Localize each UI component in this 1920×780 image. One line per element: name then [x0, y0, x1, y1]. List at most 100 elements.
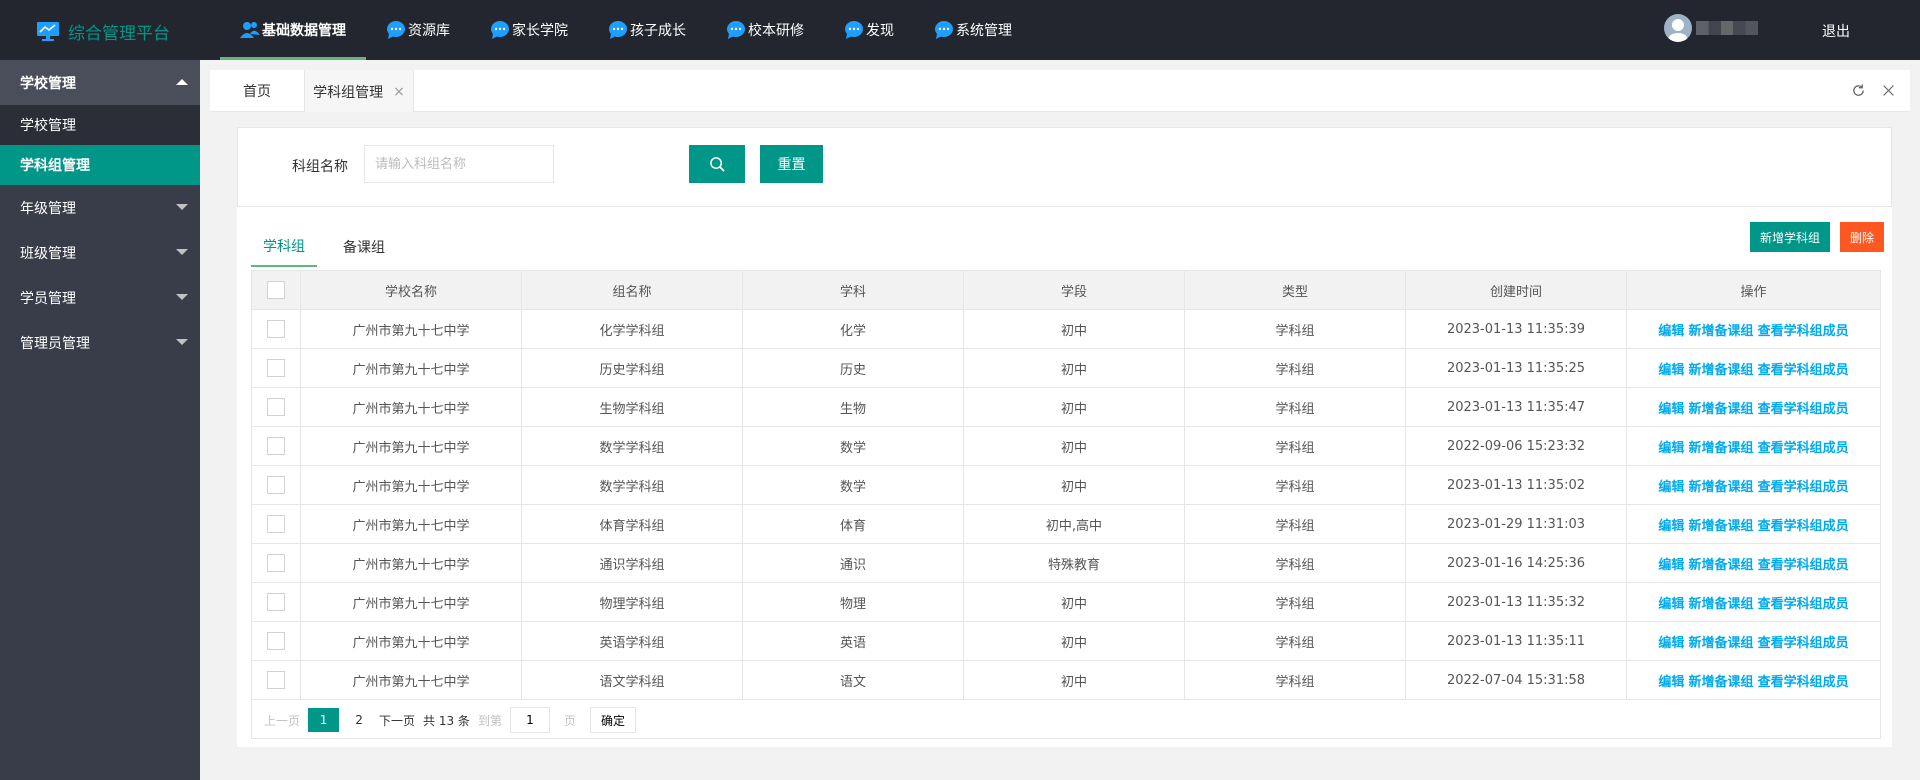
column-header: 类型: [1184, 270, 1406, 310]
chevron-down-icon: [176, 294, 188, 300]
add-lesson-group-link[interactable]: 新增备课组: [1688, 363, 1753, 378]
nav-label: 校本研修: [748, 23, 804, 39]
view-members-link[interactable]: 查看学科组成员: [1758, 519, 1849, 534]
row-checkbox[interactable]: [267, 671, 285, 689]
prev-page-link[interactable]: 上一页: [264, 708, 300, 732]
edit-link[interactable]: 编辑: [1658, 324, 1684, 339]
cell-type: 学科组: [1184, 621, 1406, 661]
add-lesson-group-link[interactable]: 新增备课组: [1688, 636, 1753, 651]
app-title: 综合管理平台: [68, 23, 170, 44]
edit-link[interactable]: 编辑: [1658, 363, 1684, 378]
view-members-link[interactable]: 查看学科组成员: [1758, 441, 1849, 456]
view-members-link[interactable]: 查看学科组成员: [1758, 675, 1849, 690]
tab-lesson-groups[interactable]: 备课组: [331, 227, 397, 267]
cell-created: 2023-01-13 11:35:02: [1405, 465, 1627, 505]
cell-stage: 特殊教育: [963, 543, 1185, 583]
edit-link[interactable]: 编辑: [1658, 519, 1684, 534]
edit-link[interactable]: 编辑: [1658, 558, 1684, 573]
edit-link[interactable]: 编辑: [1658, 675, 1684, 690]
next-page-link[interactable]: 下一页: [379, 708, 415, 732]
avatar[interactable]: [1664, 14, 1692, 42]
edit-link[interactable]: 编辑: [1658, 480, 1684, 495]
view-members-link[interactable]: 查看学科组成员: [1758, 597, 1849, 612]
sidebar-group-admin[interactable]: 管理员管理: [0, 320, 200, 365]
row-checkbox[interactable]: [267, 398, 285, 416]
close-icon[interactable]: ×: [393, 84, 405, 100]
cell-school: 广州市第九十七中学: [300, 309, 522, 349]
row-checkbox[interactable]: [267, 437, 285, 455]
cell-stage: 初中: [963, 426, 1185, 466]
tab-subject-group[interactable]: 学科组管理 ×: [304, 70, 414, 113]
refresh-icon[interactable]: [1850, 82, 1866, 98]
goto-page-input[interactable]: [509, 707, 550, 733]
select-all-checkbox[interactable]: [267, 281, 285, 299]
row-checkbox-cell: [251, 465, 301, 505]
view-members-link[interactable]: 查看学科组成员: [1758, 558, 1849, 573]
add-lesson-group-link[interactable]: 新增备课组: [1688, 480, 1753, 495]
row-checkbox[interactable]: [267, 632, 285, 650]
delete-button[interactable]: 删除: [1840, 222, 1884, 252]
add-lesson-group-link[interactable]: 新增备课组: [1688, 597, 1753, 612]
add-lesson-group-link[interactable]: 新增备课组: [1688, 402, 1753, 417]
add-lesson-group-link[interactable]: 新增备课组: [1688, 519, 1753, 534]
add-lesson-group-link[interactable]: 新增备课组: [1688, 324, 1753, 339]
sidebar-item-subject-group[interactable]: 学科组管理: [0, 145, 200, 185]
user-menu[interactable]: [1664, 14, 1758, 42]
view-members-link[interactable]: 查看学科组成员: [1758, 324, 1849, 339]
search-button[interactable]: [689, 145, 745, 183]
page-number-current[interactable]: 1: [308, 708, 340, 732]
edit-link[interactable]: 编辑: [1658, 597, 1684, 612]
cell-actions: 编辑 新增备课组 查看学科组成员: [1626, 504, 1881, 544]
view-members-link[interactable]: 查看学科组成员: [1758, 363, 1849, 378]
sidebar-group-label: 管理员管理: [20, 335, 90, 352]
cell-group: 化学学科组: [521, 309, 743, 349]
add-subject-group-button[interactable]: 新增学科组: [1750, 222, 1830, 252]
view-members-link[interactable]: 查看学科组成员: [1758, 402, 1849, 417]
row-checkbox[interactable]: [267, 476, 285, 494]
view-members-link[interactable]: 查看学科组成员: [1758, 480, 1849, 495]
add-lesson-group-link[interactable]: 新增备课组: [1688, 675, 1753, 690]
add-lesson-group-link[interactable]: 新增备课组: [1688, 441, 1753, 456]
row-checkbox[interactable]: [267, 593, 285, 611]
sidebar-group-student[interactable]: 学员管理: [0, 275, 200, 320]
tab-subject-groups[interactable]: 学科组: [251, 227, 317, 267]
top-nav: 基础数据管理 资源库 家长学院 孩子成长 校本研修 发现 系统管理: [220, 0, 1032, 60]
sidebar-group-grade[interactable]: 年级管理: [0, 185, 200, 230]
monitor-icon: [37, 22, 59, 41]
sidebar-group-school[interactable]: 学校管理: [0, 60, 200, 105]
row-checkbox[interactable]: [267, 515, 285, 533]
reset-button[interactable]: 重置: [760, 145, 823, 183]
nav-parent-academy[interactable]: 家长学院: [470, 0, 588, 60]
cell-actions: 编辑 新增备课组 查看学科组成员: [1626, 465, 1881, 505]
nav-child-growth[interactable]: 孩子成长: [588, 0, 706, 60]
chevron-down-icon: [176, 339, 188, 345]
row-checkbox[interactable]: [267, 359, 285, 377]
nav-discover[interactable]: 发现: [824, 0, 914, 60]
edit-link[interactable]: 编辑: [1658, 636, 1684, 651]
goto-confirm-button[interactable]: 确定: [589, 707, 636, 733]
chevron-down-icon: [176, 204, 188, 210]
edit-link[interactable]: 编辑: [1658, 402, 1684, 417]
edit-link[interactable]: 编辑: [1658, 441, 1684, 456]
nav-basic-data[interactable]: 基础数据管理: [220, 0, 366, 60]
sidebar-group-label: 学校管理: [20, 75, 76, 92]
view-members-link[interactable]: 查看学科组成员: [1758, 636, 1849, 651]
tab-home[interactable]: 首页: [210, 70, 304, 112]
close-all-icon[interactable]: [1880, 82, 1896, 98]
row-checkbox[interactable]: [267, 320, 285, 338]
page-number[interactable]: 2: [347, 708, 371, 732]
nav-system-admin[interactable]: 系统管理: [914, 0, 1032, 60]
nav-school-training[interactable]: 校本研修: [706, 0, 824, 60]
logout-link[interactable]: 退出: [1822, 21, 1850, 41]
sidebar-item-school[interactable]: 学校管理: [0, 105, 200, 145]
cell-stage: 初中: [963, 348, 1185, 388]
cell-school: 广州市第九十七中学: [300, 660, 522, 700]
add-lesson-group-link[interactable]: 新增备课组: [1688, 558, 1753, 573]
nav-resources[interactable]: 资源库: [366, 0, 470, 60]
sidebar-group-class[interactable]: 班级管理: [0, 230, 200, 275]
app-logo[interactable]: 综合管理平台: [36, 18, 170, 44]
row-checkbox[interactable]: [267, 554, 285, 572]
search-input[interactable]: [364, 145, 554, 183]
row-checkbox-cell: [251, 348, 301, 388]
top-header: 综合管理平台 基础数据管理 资源库 家长学院 孩子成长 校本研修 发现 系统管理…: [0, 0, 1920, 60]
